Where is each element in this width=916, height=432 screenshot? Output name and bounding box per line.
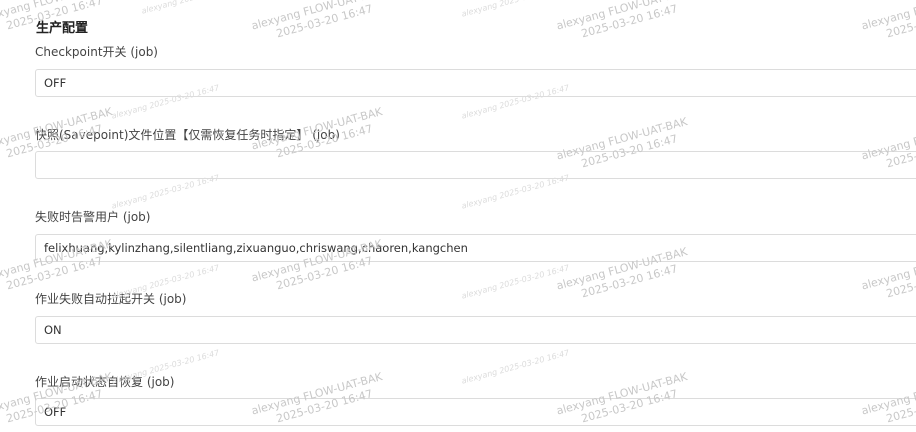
auto-restart-select[interactable]: ON	[35, 316, 916, 344]
section-title: 生产配置	[36, 21, 89, 36]
watermark: alexyang FLOW-UAT-BAK2025-03-20 16:47	[860, 0, 916, 41]
watermark-light: alexyang 2025-03-20 16:47	[140, 0, 251, 19]
watermark-light: alexyang 2025-03-20 16:47	[460, 0, 571, 22]
alert-users-label: 失败时告警用户 (job)	[35, 210, 151, 224]
state-recovery-select[interactable]: OFF	[35, 398, 916, 426]
savepoint-path-input[interactable]	[35, 151, 916, 179]
alert-users-input[interactable]: felixhuang,kylinzhang,silentliang,zixuan…	[35, 234, 916, 262]
watermark-light: alexyang 2025-03-20 16:47	[460, 348, 571, 386]
state-recovery-label: 作业启动状态自恢复 (job)	[35, 375, 175, 389]
auto-restart-label: 作业失败自动拉起开关 (job)	[35, 292, 187, 306]
savepoint-path-label: 快照(Savepoint)文件位置【仅需恢复任务时指定】 (job)	[35, 128, 340, 142]
watermark: alexyang FLOW-UAT-BAK2025-03-20 16:47	[250, 0, 384, 41]
checkpoint-label: Checkpoint开关 (job)	[35, 45, 158, 59]
watermark: alexyang FLOW-UAT-BAK2025-03-20 16:47	[555, 0, 689, 41]
watermark-light: alexyang 2025-03-20 16:47	[460, 263, 571, 301]
checkpoint-select[interactable]: OFF	[35, 69, 916, 97]
